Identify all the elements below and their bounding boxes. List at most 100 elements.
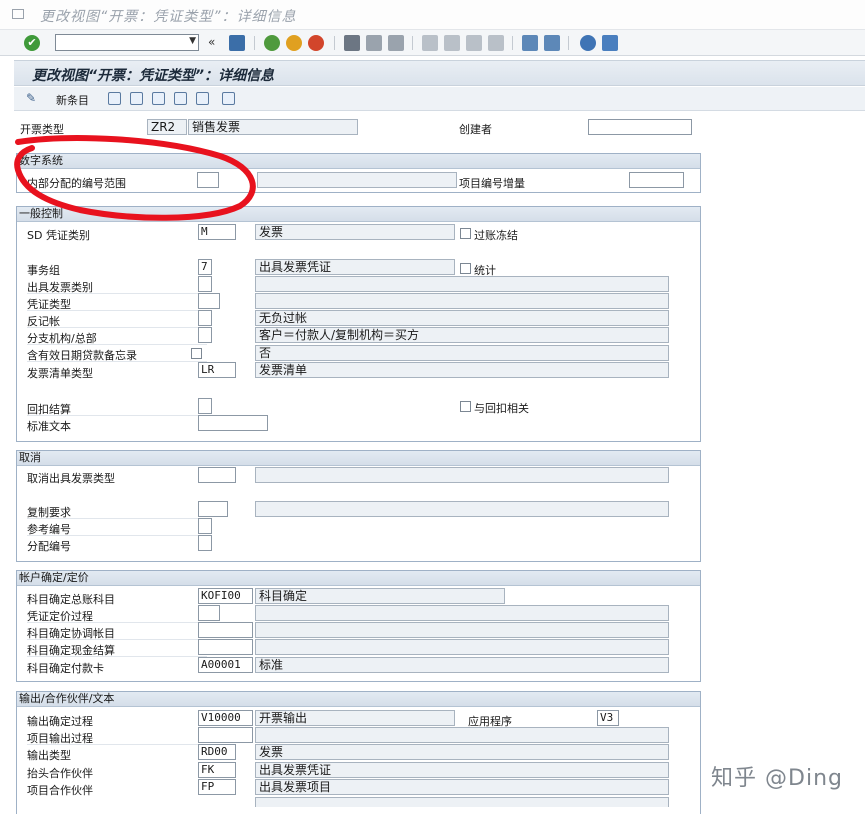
rebate-settlement-field[interactable]	[198, 398, 212, 414]
transaction-group-description: 出具发票凭证	[255, 259, 455, 275]
exit-icon[interactable]	[12, 9, 24, 19]
document-type-label: 凭证类型	[27, 298, 71, 311]
transaction-group-field[interactable]: 7	[198, 259, 212, 275]
billing-category-label: 出具发票类别	[27, 281, 93, 294]
copy-icon[interactable]	[108, 92, 121, 105]
pricing-procedure-field[interactable]	[198, 605, 220, 621]
document-type-field[interactable]	[198, 293, 220, 309]
cash-settlement-field[interactable]	[198, 639, 253, 655]
cancel-billing-type-description	[255, 467, 669, 483]
enter-icon[interactable]: ✔	[24, 35, 40, 51]
created-by-label: 创建者	[459, 123, 492, 136]
item-partner-label: 项目合作伙伴	[27, 784, 93, 797]
window-title: 更改视图“开票：凭证类型”：详细信息	[40, 9, 297, 25]
standard-text-field[interactable]	[198, 415, 268, 431]
item-increment-field[interactable]	[629, 172, 684, 188]
command-field[interactable]: ▼	[55, 34, 199, 51]
billing-category-description	[255, 276, 669, 292]
branch-head-field[interactable]	[198, 327, 212, 343]
account-determination-field[interactable]: KOFI00	[198, 588, 253, 604]
next-row-description	[255, 797, 669, 807]
copy-requirement-description	[255, 501, 669, 517]
payment-card-description: 标准	[255, 657, 669, 673]
output-type-label: 输出类型	[27, 749, 71, 762]
item-partner-field[interactable]: FP	[198, 779, 236, 795]
screen-title: 更改视图“开票：凭证类型”：详细信息	[32, 68, 275, 84]
rebate-relevant-checkbox[interactable]	[460, 401, 471, 412]
help-icon[interactable]	[580, 35, 596, 51]
application-field[interactable]: V3	[597, 710, 619, 726]
exit-nav-icon[interactable]	[286, 35, 302, 51]
header-partner-field[interactable]: FK	[198, 762, 236, 778]
pricing-procedure-description	[255, 605, 669, 621]
group-header: 输出/合作伙伴/文本	[17, 692, 700, 707]
billing-category-field[interactable]	[198, 276, 212, 292]
cash-settlement-description	[255, 639, 669, 655]
invoice-list-type-field[interactable]: LR	[198, 362, 236, 378]
account-determination-label: 科目确定总账科目	[27, 593, 115, 606]
red-circle-annotation	[14, 135, 256, 221]
statistics-checkbox[interactable]	[460, 263, 471, 274]
negative-posting-description: 无负过帐	[255, 310, 669, 326]
output-type-description: 发票	[255, 744, 669, 760]
cancel-billing-type-label: 取消出具发票类型	[27, 472, 115, 485]
watermark: 知乎 @Ding	[711, 766, 843, 791]
transaction-group-label: 事务组	[27, 264, 60, 277]
layout-menu-icon[interactable]	[602, 35, 618, 51]
chevron-down-icon[interactable]: ▼	[189, 36, 196, 46]
invoice-list-type-label: 发票清单类型	[27, 367, 93, 380]
document-type-description	[255, 293, 669, 309]
cancel-billing-type-field[interactable]	[198, 467, 236, 483]
new-session-icon[interactable]	[522, 35, 538, 51]
delete-icon[interactable]	[130, 92, 143, 105]
next-page-icon[interactable]	[466, 35, 482, 51]
row-separator	[27, 535, 207, 536]
row-separator	[27, 518, 207, 519]
display-change-icon[interactable]: ✎	[26, 91, 36, 105]
item-output-procedure-description	[255, 727, 669, 743]
back-icon[interactable]	[264, 35, 280, 51]
output-partner-text-group: 输出/合作伙伴/文本 输出确定过程 V10000 开票输出 应用程序 V3 项目…	[16, 691, 701, 814]
posting-block-checkbox[interactable]	[460, 228, 471, 239]
allocation-number-label: 分配编号	[27, 540, 71, 553]
valid-date-checkbox[interactable]	[191, 348, 202, 359]
payment-card-label: 科目确定付款卡	[27, 662, 104, 675]
output-procedure-field[interactable]: V10000	[198, 710, 253, 726]
valid-date-label: 含有效日期贷款备忘录	[27, 349, 137, 362]
find-next-icon[interactable]	[388, 35, 404, 51]
print-icon[interactable]	[344, 35, 360, 51]
undo-icon[interactable]	[152, 92, 165, 105]
item-output-procedure-field[interactable]	[198, 727, 253, 743]
output-type-field[interactable]: RD00	[198, 744, 236, 760]
standard-text-label: 标准文本	[27, 420, 71, 433]
previous-entry-icon[interactable]	[174, 92, 187, 105]
payment-card-field[interactable]: A00001	[198, 657, 253, 673]
created-by-field[interactable]	[588, 119, 692, 135]
sd-doc-category-description: 发票	[255, 224, 455, 240]
last-page-icon[interactable]	[488, 35, 504, 51]
select-all-icon[interactable]	[222, 92, 235, 105]
allocation-number-field[interactable]	[198, 535, 212, 551]
reference-number-field[interactable]	[198, 518, 212, 534]
first-page-icon[interactable]	[422, 35, 438, 51]
internal-range-description	[257, 172, 457, 188]
cancel-icon[interactable]	[308, 35, 324, 51]
valid-date-description: 否	[255, 345, 669, 361]
reconciliation-account-field[interactable]	[198, 622, 253, 638]
standard-toolbar: ✔ ▼ «	[0, 30, 865, 56]
separator	[568, 36, 569, 50]
header-partner-description: 出具发票凭证	[255, 762, 669, 778]
find-icon[interactable]	[366, 35, 382, 51]
new-entries-button[interactable]: 新条目	[56, 92, 89, 108]
shortcut-icon[interactable]	[544, 35, 560, 51]
collapse-icon[interactable]: «	[208, 35, 215, 49]
save-icon[interactable]	[229, 35, 245, 51]
copy-requirement-field[interactable]	[198, 501, 228, 517]
next-entry-icon[interactable]	[196, 92, 209, 105]
previous-page-icon[interactable]	[444, 35, 460, 51]
output-procedure-label: 输出确定过程	[27, 715, 93, 728]
item-output-procedure-label: 项目输出过程	[27, 732, 93, 745]
negative-posting-field[interactable]	[198, 310, 212, 326]
pricing-procedure-label: 凭证定价过程	[27, 610, 93, 623]
separator	[254, 36, 255, 50]
